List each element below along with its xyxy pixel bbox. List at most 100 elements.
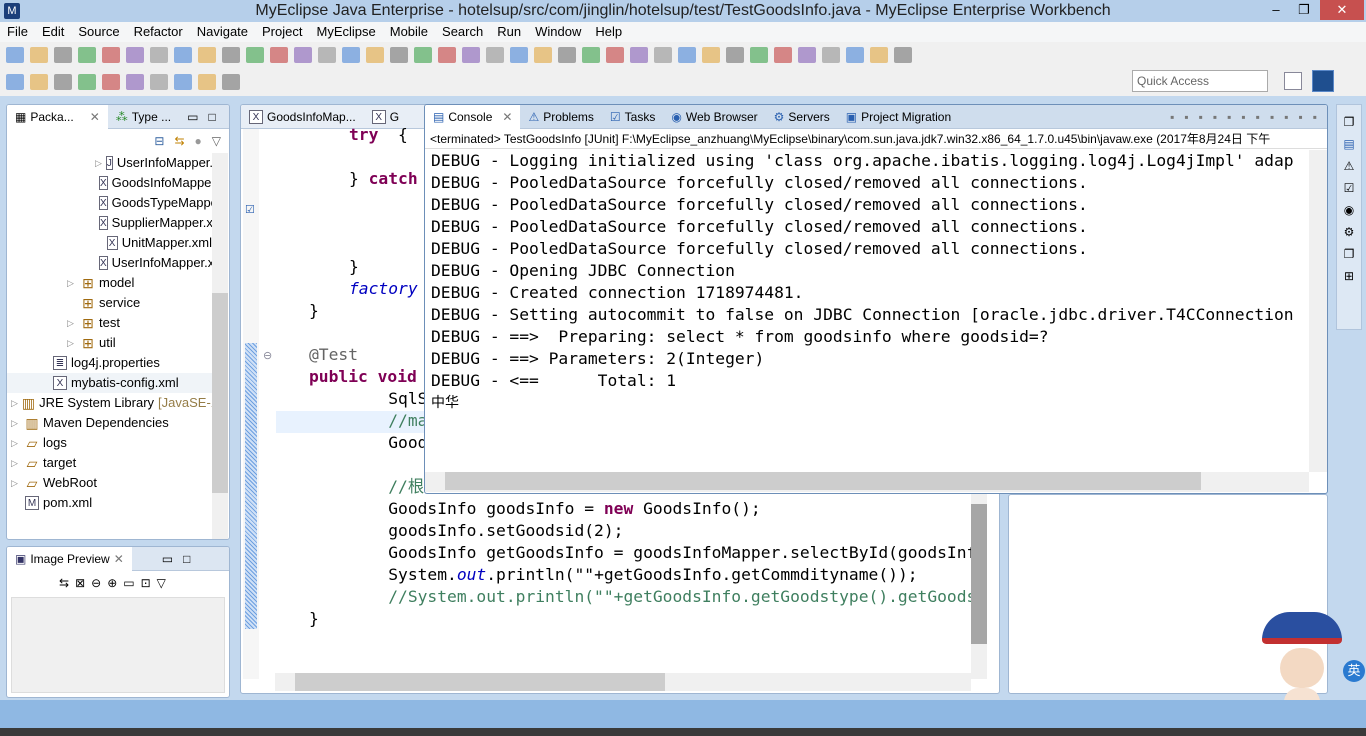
close-button[interactable]: ✕ (1320, 0, 1364, 20)
toolbar-button-icon[interactable] (606, 47, 624, 63)
tree-scrollbar[interactable] (212, 153, 228, 539)
toolbar-button-icon[interactable] (390, 47, 408, 63)
minimize-view-icon[interactable]: ▪ (1313, 110, 1317, 124)
minimize-button[interactable]: – (1262, 0, 1290, 20)
expand-icon[interactable]: ▷ (95, 153, 102, 173)
toolbar-button-icon[interactable] (246, 47, 264, 63)
toolbar-button-icon[interactable] (126, 74, 144, 90)
tab-package-explorer[interactable]: ▦ Packa... ✕ (7, 105, 108, 129)
link-with-editor-icon[interactable]: ⇆ (174, 134, 184, 148)
tree-item[interactable]: ▷ ▱ logs (7, 433, 212, 453)
menu-source[interactable]: Source (71, 22, 126, 42)
expand-icon[interactable]: ▷ (11, 473, 21, 493)
toolbar-button-icon[interactable] (150, 74, 168, 90)
tree-item[interactable]: X UnitMapper.xml (7, 233, 212, 253)
toolbar-button-icon[interactable] (870, 47, 888, 63)
view-menu-icon[interactable]: ▽ (157, 576, 166, 590)
toolbar-button-icon[interactable] (198, 74, 216, 90)
toolbar-button-icon[interactable] (78, 74, 96, 90)
toolbar-button-icon[interactable] (30, 74, 48, 90)
toolbar-button-icon[interactable] (126, 47, 144, 63)
toolbar-button-icon[interactable] (198, 47, 216, 63)
outline-view-icon[interactable]: ⊞ (1344, 269, 1354, 283)
tab-servers[interactable]: ⚙ Servers (766, 105, 838, 129)
maximize-view-icon[interactable]: □ (208, 110, 215, 124)
toolbar-button-icon[interactable] (270, 47, 288, 63)
tab-problems[interactable]: ⚠ Problems (520, 105, 601, 129)
actual-size-icon[interactable]: ▭ (123, 576, 134, 590)
expand-icon[interactable]: ▷ (11, 413, 21, 433)
toolbar-button-icon[interactable] (102, 47, 120, 63)
tab-console[interactable]: ▤ Console ✕ (425, 105, 521, 129)
menu-myeclipse[interactable]: MyEclipse (309, 22, 382, 42)
toolbar-button-icon[interactable] (534, 47, 552, 63)
tab-project-migration[interactable]: ▣ Project Migration (838, 105, 959, 129)
tree-item[interactable]: ≣ log4j.properties (7, 353, 212, 373)
tree-item[interactable]: ▷ ▱ WebRoot (7, 473, 212, 493)
toolbar-button-icon[interactable] (318, 47, 336, 63)
toolbar-button-icon[interactable] (294, 47, 312, 63)
menu-refactor[interactable]: Refactor (127, 22, 190, 42)
tree-item[interactable]: ▷ ⊞ test (7, 313, 212, 333)
restore-button[interactable]: ❐ (1290, 0, 1318, 20)
toolbar-button-icon[interactable] (678, 47, 696, 63)
maximize-view-icon[interactable]: □ (183, 552, 190, 566)
toolbar-button-icon[interactable] (462, 47, 480, 63)
quick-access-input[interactable]: Quick Access (1132, 70, 1268, 92)
open-perspective-icon[interactable] (1284, 72, 1302, 90)
expand-icon[interactable]: ▷ (11, 453, 21, 473)
console-hscrollbar[interactable] (425, 472, 1309, 492)
toolbar-button-icon[interactable] (798, 47, 816, 63)
remove-launch-icon[interactable]: ▪ (1184, 110, 1188, 124)
restore-icon[interactable]: ❐ (1344, 247, 1355, 261)
expand-icon[interactable]: ▷ (11, 433, 21, 453)
pin-console-icon[interactable]: ▪ (1270, 110, 1274, 124)
minimize-view-icon[interactable]: ▭ (187, 110, 198, 124)
tree-item[interactable]: ▷ ⊞ util (7, 333, 212, 353)
console-view-icon[interactable]: ▤ (1343, 137, 1354, 151)
tree-item[interactable]: ▷JUserInfoMapper.ja (7, 153, 212, 173)
toolbar-button-icon[interactable] (366, 47, 384, 63)
toolbar-button-icon[interactable] (174, 47, 192, 63)
toolbar-button-icon[interactable] (54, 47, 72, 63)
close-tab-icon[interactable]: ✕ (502, 105, 512, 129)
toolbar-button-icon[interactable] (30, 47, 48, 63)
servers-view-icon[interactable]: ⚙ (1344, 225, 1355, 239)
tab-image-preview[interactable]: ▣ Image Preview ✕ (7, 547, 132, 571)
editor-hscrollbar[interactable] (275, 673, 971, 691)
toolbar-button-icon[interactable] (486, 47, 504, 63)
close-tab-icon[interactable]: ✕ (114, 547, 124, 571)
fit-icon[interactable]: ⇆ (59, 576, 69, 590)
scroll-lock-icon[interactable]: ▪ (1227, 110, 1231, 124)
tab-tasks[interactable]: ☑ Tasks (602, 105, 663, 129)
menu-run[interactable]: Run (490, 22, 528, 42)
remove-all-icon[interactable]: ▪ (1199, 110, 1203, 124)
fold-toggle-icon[interactable]: ⊖ (263, 349, 272, 362)
tree-item[interactable]: Xmybatis-config.xml (7, 373, 212, 393)
tasks-view-icon[interactable]: ☑ (1344, 181, 1355, 195)
menu-mobile[interactable]: Mobile (383, 22, 435, 42)
toolbar-button-icon[interactable] (774, 47, 792, 63)
zoom-out-icon[interactable]: ⊖ (91, 576, 101, 590)
close-tab-icon[interactable]: ✕ (90, 105, 100, 129)
toolbar-button-icon[interactable] (702, 47, 720, 63)
toolbar-button-icon[interactable] (78, 47, 96, 63)
show-on-stderr-icon[interactable]: ▪ (1256, 110, 1260, 124)
show-on-stdout-icon[interactable]: ▪ (1241, 110, 1245, 124)
tab-type-hierarchy[interactable]: ⁂ Type ... (108, 105, 179, 129)
menu-project[interactable]: Project (255, 22, 309, 42)
collapse-all-icon[interactable]: ⊟ (154, 134, 164, 148)
menu-file[interactable]: File (0, 22, 35, 42)
no-zoom-icon[interactable]: ⊠ (75, 576, 85, 590)
toolbar-button-icon[interactable] (6, 47, 24, 63)
console-output[interactable]: DEBUG - Logging initialized using 'class… (425, 150, 1309, 472)
toolbar-button-icon[interactable] (846, 47, 864, 63)
toolbar-button-icon[interactable] (750, 47, 768, 63)
menu-search[interactable]: Search (435, 22, 490, 42)
toolbar-button-icon[interactable] (222, 74, 240, 90)
toolbar-button-icon[interactable] (174, 74, 192, 90)
tree-item[interactable]: X GoodsInfoMapper (7, 173, 212, 193)
toolbar-button-icon[interactable] (150, 47, 168, 63)
console-vscrollbar[interactable] (1309, 150, 1327, 472)
problems-view-icon[interactable]: ⚠ (1344, 159, 1355, 173)
